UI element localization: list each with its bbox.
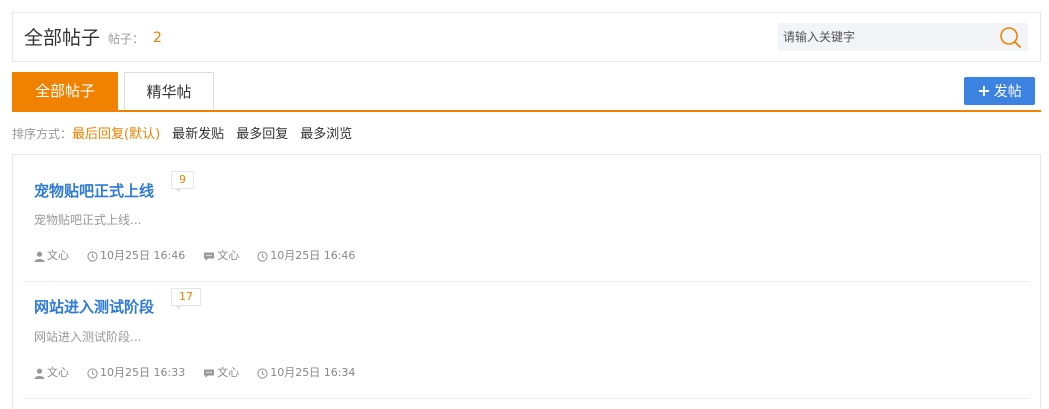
reply-count-badge: 9: [171, 171, 194, 193]
user-icon: [34, 368, 45, 379]
post-last-reply-time: 10月25日 16:34: [257, 366, 355, 380]
clock-icon: [87, 250, 98, 262]
last-reply-time: 10月25日 16:46: [270, 249, 356, 262]
post-last-replier: 文心: [203, 366, 239, 380]
plus-icon: +: [977, 81, 991, 100]
reply-count-badge: 17: [171, 288, 201, 310]
post-count: 2: [153, 30, 162, 46]
post-count-label: 帖子：: [108, 32, 145, 46]
author-name[interactable]: 文心: [47, 249, 69, 263]
post-meta: 文心 10月25日 16:33 文心 10月25日 16:34: [34, 366, 373, 380]
search-box: [778, 23, 1028, 51]
clock-icon: [257, 367, 268, 379]
clock-icon: [257, 250, 268, 262]
search-icon[interactable]: [994, 23, 1028, 51]
sort-bar: 排序方式：最后回复(默认) 最新发贴 最多回复 最多浏览: [12, 125, 352, 143]
post-title[interactable]: 宠物贴吧正式上线: [34, 182, 154, 200]
new-post-button[interactable]: + 发帖: [964, 77, 1035, 105]
last-replier-name[interactable]: 文心: [217, 366, 239, 380]
tabs-bar: 全部帖子 精华帖 + 发帖: [12, 72, 1041, 112]
new-post-label: 发帖: [993, 84, 1022, 100]
clock-icon: [87, 367, 98, 379]
tab-all-posts[interactable]: 全部帖子: [12, 72, 118, 111]
post-author: 文心: [34, 366, 69, 380]
sort-option-most-replies[interactable]: 最多回复: [236, 127, 288, 142]
last-replier-name[interactable]: 文心: [217, 249, 239, 263]
post-list: 宠物贴吧正式上线 9 宠物贴吧正式上线... 文心 10月25日 16:46 文…: [12, 154, 1041, 409]
header-panel: 全部帖子 帖子： 2: [12, 12, 1041, 62]
sort-option-most-views[interactable]: 最多浏览: [300, 127, 352, 142]
created-time: 10月25日 16:33: [100, 366, 186, 379]
post-excerpt: 网站进入测试阶段...: [34, 330, 142, 344]
post-last-replier: 文心: [203, 249, 239, 263]
created-time: 10月25日 16:46: [100, 249, 186, 262]
page-title: 全部帖子: [24, 27, 101, 49]
post-created: 10月25日 16:33: [87, 366, 185, 380]
list-item: 网站进入测试阶段 17 网站进入测试阶段... 文心 10月25日 16:33 …: [23, 282, 1030, 399]
search-input[interactable]: [778, 23, 998, 51]
list-item: 宠物贴吧正式上线 9 宠物贴吧正式上线... 文心 10月25日 16:46 文…: [23, 165, 1030, 282]
post-created: 10月25日 16:46: [87, 249, 185, 263]
sort-label: 排序方式：: [12, 127, 73, 141]
post-last-reply-time: 10月25日 16:46: [257, 249, 355, 263]
post-meta: 文心 10月25日 16:46 文心 10月25日 16:46: [34, 249, 373, 263]
comment-icon: [204, 252, 215, 261]
sort-option-last-reply[interactable]: 最后回复(默认): [72, 127, 160, 142]
post-title[interactable]: 网站进入测试阶段: [34, 298, 154, 316]
sort-option-newest[interactable]: 最新发贴: [172, 127, 224, 142]
comment-icon: [204, 369, 215, 378]
user-icon: [34, 251, 45, 262]
post-excerpt: 宠物贴吧正式上线...: [34, 213, 142, 227]
post-author: 文心: [34, 249, 69, 263]
author-name[interactable]: 文心: [47, 366, 69, 380]
tabs-underline: [12, 110, 1041, 112]
tab-featured-posts[interactable]: 精华帖: [124, 72, 214, 111]
last-reply-time: 10月25日 16:34: [270, 366, 356, 379]
